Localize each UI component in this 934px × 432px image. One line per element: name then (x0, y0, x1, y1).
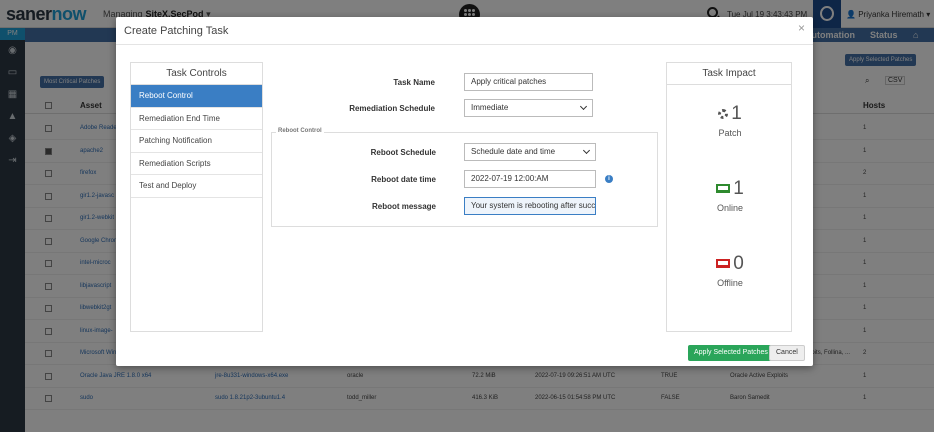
tc-reboot-control[interactable]: Reboot Control (131, 85, 262, 108)
impact-offline: 0 Offline (667, 253, 793, 288)
dialog-title: Create Patching Task (124, 25, 229, 37)
schedule-select[interactable]: Immediate (464, 99, 593, 117)
offline-label: Offline (717, 278, 743, 288)
reboot-legend: Reboot Control (276, 128, 324, 134)
monitor-online-icon (716, 184, 731, 194)
task-impact-panel: Task Impact 1 Patch 1 Online 0 Offline (666, 62, 792, 332)
reboot-message-input[interactable]: Your system is rebooting after successfu… (464, 197, 596, 215)
info-icon[interactable]: i (605, 175, 613, 183)
gear-icon (718, 108, 729, 119)
task-controls-heading: Task Controls (131, 63, 262, 85)
close-icon[interactable]: × (798, 21, 805, 35)
impact-online: 1 Online (667, 178, 793, 213)
offline-count: 0 (733, 253, 744, 274)
reboot-schedule-select[interactable]: Schedule date and time (464, 143, 596, 161)
patch-count: 1 (731, 103, 742, 124)
create-patching-task-dialog: Create Patching Task × Task Controls Reb… (116, 17, 813, 366)
reboot-date-input[interactable]: 2022-07-19 12:00:AM (464, 170, 596, 188)
task-impact-heading: Task Impact (667, 63, 791, 85)
schedule-label: Remediation Schedule (349, 104, 435, 113)
reboot-message-label: Reboot message (371, 202, 436, 211)
reboot-date-label: Reboot date time (371, 175, 436, 184)
task-controls-panel: Task Controls Reboot Control Remediation… (130, 62, 263, 332)
reboot-control-group: Reboot Control Reboot Schedule Schedule … (271, 128, 658, 227)
cancel-button[interactable]: Cancel (769, 345, 805, 361)
apply-selected-patches-button[interactable]: Apply Selected Patches (688, 345, 774, 361)
monitor-offline-icon (716, 259, 731, 269)
tc-patching-notification[interactable]: Patching Notification (131, 130, 262, 153)
tc-remediation-end-time[interactable]: Remediation End Time (131, 108, 262, 130)
task-name-label: Task Name (393, 78, 435, 87)
online-label: Online (716, 203, 743, 213)
patch-label: Patch (718, 128, 742, 138)
tc-test-and-deploy[interactable]: Test and Deploy (131, 175, 262, 198)
reboot-schedule-label: Reboot Schedule (370, 148, 436, 157)
impact-patch: 1 Patch (667, 103, 793, 138)
task-name-input[interactable]: Apply critical patches (464, 73, 593, 91)
task-form: Task Name Apply critical patches Remedia… (271, 62, 661, 332)
tc-remediation-scripts[interactable]: Remediation Scripts (131, 153, 262, 175)
online-count: 1 (733, 178, 744, 199)
